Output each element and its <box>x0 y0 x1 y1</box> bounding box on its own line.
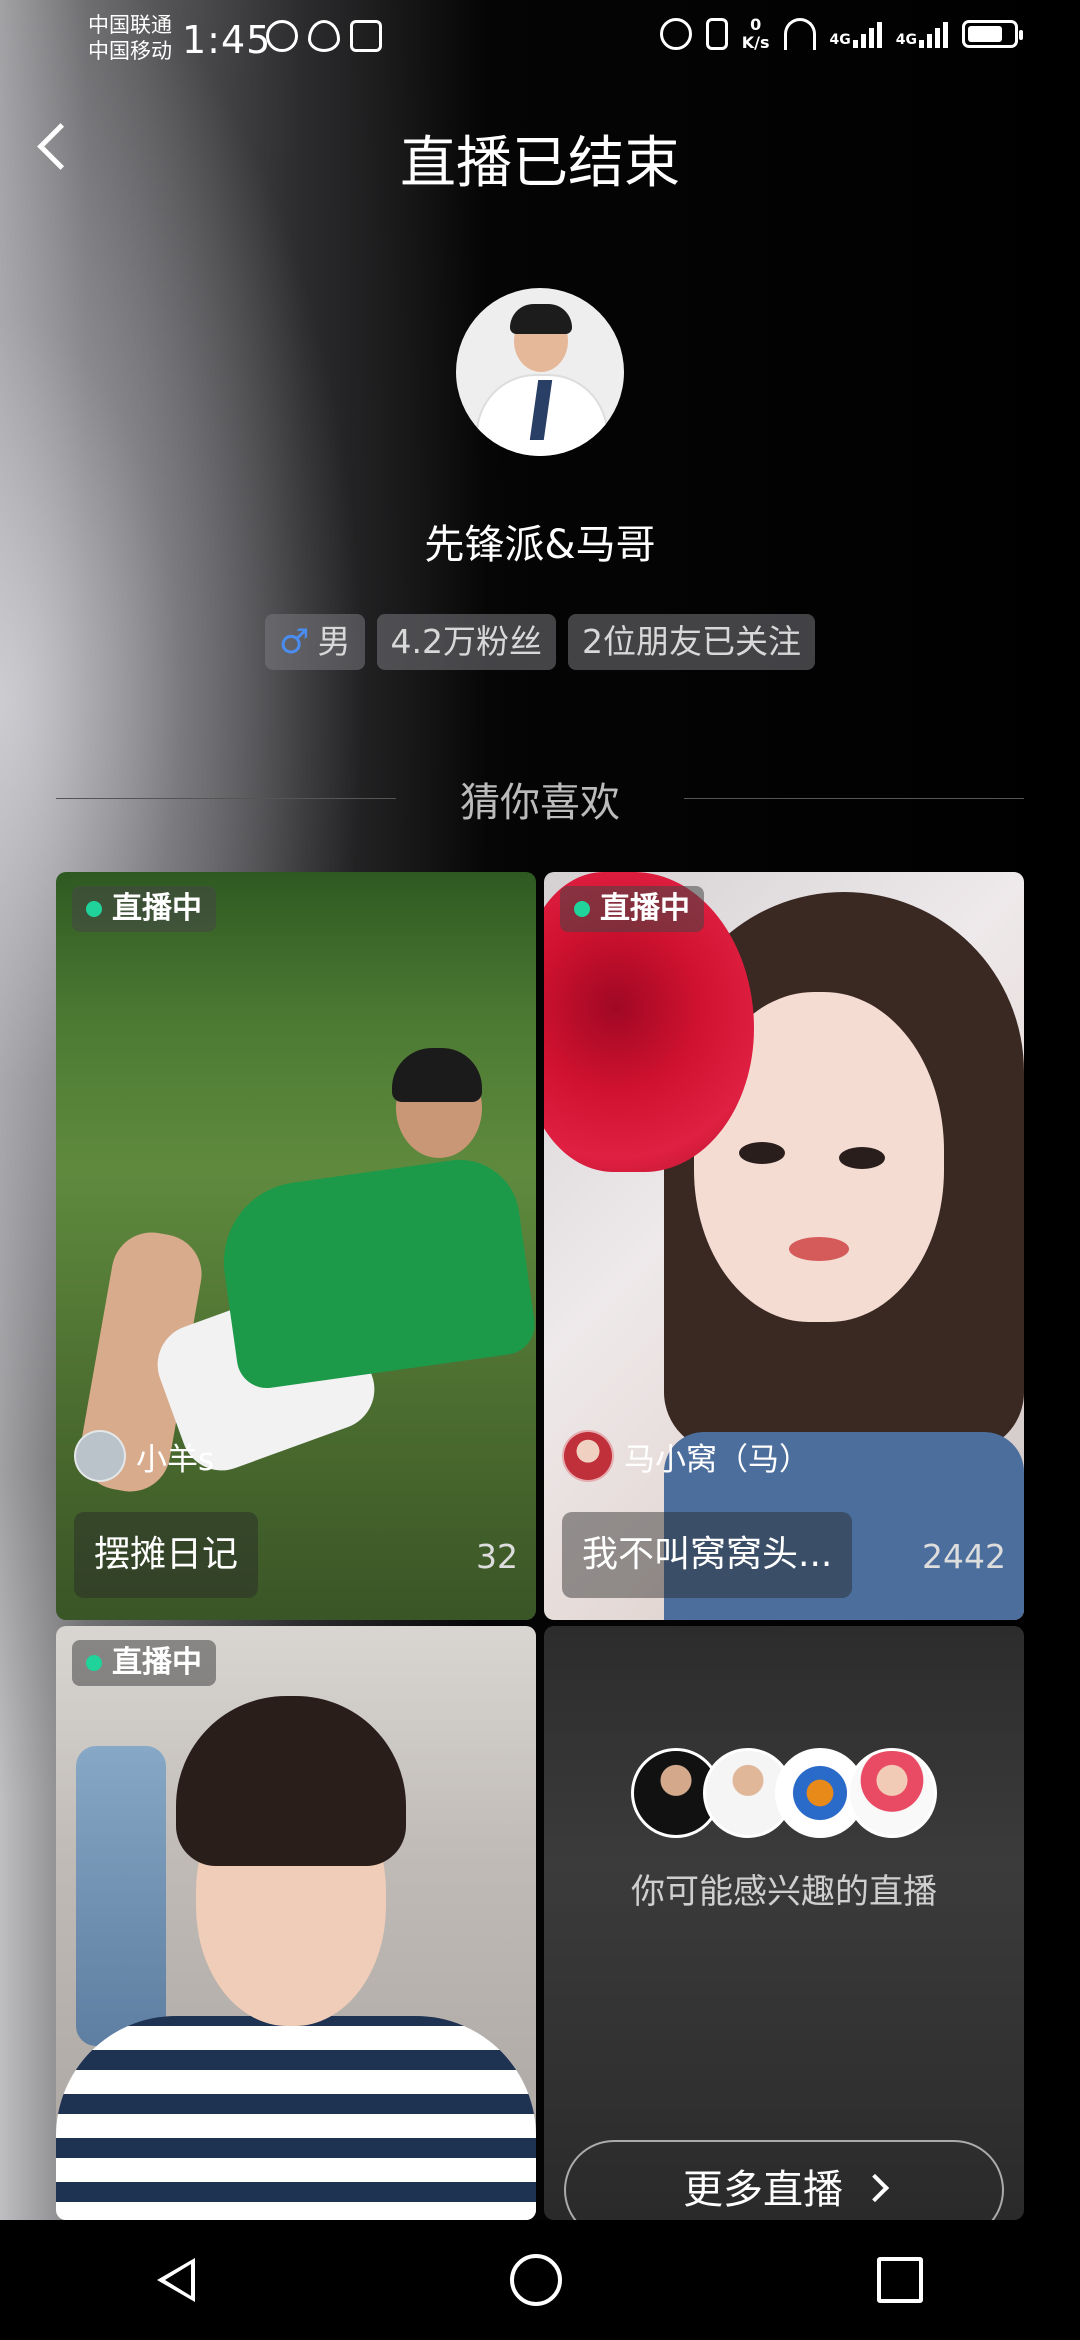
page-title: 直播已结束 <box>400 131 680 196</box>
chevron-right-icon <box>860 2173 890 2203</box>
host-info: 小羊s <box>74 1430 214 1482</box>
hd-icon <box>266 20 298 52</box>
live-badge: 直播中 <box>72 1640 216 1686</box>
nfc-icon <box>350 20 382 52</box>
viewer-count: 32 <box>476 1537 518 1576</box>
live-badge: 直播中 <box>72 886 216 932</box>
signal-2-bars-icon <box>919 20 948 48</box>
nav-recents-icon[interactable] <box>876 2257 923 2303</box>
host-name: 马小窝（马） <box>624 1441 810 1478</box>
live-badge: 直播中 <box>560 886 704 932</box>
fans-tag: 4.2万粉丝 <box>376 614 556 670</box>
profile-tags: ♂ 男 4.2万粉丝 2位朋友已关注 <box>0 614 1080 670</box>
wifi-icon <box>783 18 816 50</box>
friends-followed-tag: 2位朋友已关注 <box>567 614 815 670</box>
suggested-avatar[interactable] <box>847 1748 937 1838</box>
host-name: 小羊s <box>136 1441 215 1478</box>
carrier-1: 中国联通 <box>88 13 172 37</box>
live-card[interactable]: 直播中 马小窝（马） 我不叫窝窝头... 2442 <box>544 872 1024 1620</box>
live-card[interactable]: 直播中 <box>56 1626 536 2220</box>
card-art <box>839 1147 885 1169</box>
streamer-name: 先锋派&马哥 <box>424 522 656 568</box>
system-nav-bar <box>0 2220 1080 2340</box>
section-title: 猜你喜欢 <box>460 780 620 826</box>
signal-1-type: 4G <box>829 32 851 48</box>
gender-label: 男 <box>317 622 351 661</box>
bluetooth-icon <box>705 18 728 50</box>
card-art <box>392 1048 482 1102</box>
streamer-avatar[interactable] <box>456 288 624 456</box>
recommend-section-header: 猜你喜欢 <box>56 770 1024 826</box>
card-art <box>176 1696 406 1866</box>
more-live-button[interactable]: 更多直播 <box>564 2140 1004 2220</box>
card-art <box>213 1152 536 1392</box>
battery-icon <box>962 20 1023 48</box>
signal-1: 4G <box>830 20 882 48</box>
avatar-hair <box>510 304 572 334</box>
alarm-icon <box>659 18 692 50</box>
male-icon: ♂ <box>279 622 310 662</box>
viewer-count: 2442 <box>922 1537 1006 1576</box>
live-card[interactable]: 直播中 小羊s 摆摊日记 32 <box>56 872 536 1620</box>
card-art <box>789 1237 849 1261</box>
card-art <box>56 2016 536 2220</box>
eye-icon <box>308 20 340 52</box>
host-info: 马小窝（马） <box>562 1430 810 1482</box>
carrier-2: 中国移动 <box>88 39 172 63</box>
stream-title: 摆摊日记 <box>74 1512 259 1598</box>
host-avatar <box>74 1430 126 1482</box>
host-avatar <box>562 1430 614 1482</box>
nav-home-icon[interactable] <box>509 2254 562 2306</box>
stream-title: 我不叫窝窝头... <box>562 1512 853 1598</box>
signal-1-bars-icon <box>852 20 882 48</box>
suggested-avatars <box>564 1748 1004 1838</box>
more-streams-card: 你可能感兴趣的直播 更多直播 <box>544 1626 1024 2220</box>
clock: 1:45 <box>182 18 272 62</box>
status-bar: 中国联通 中国移动 1:45 0 K/s 4G 4G <box>0 0 1080 80</box>
interest-text: 你可能感兴趣的直播 <box>631 1872 937 1912</box>
status-icons-right: 0 K/s 4G 4G <box>659 16 1023 52</box>
carrier-labels: 中国联通 中国移动 <box>88 12 172 64</box>
net-speed-value: 0 <box>750 15 762 34</box>
card-art <box>76 1746 166 2046</box>
divider-right <box>684 798 1024 799</box>
nav-back-icon[interactable] <box>157 2258 196 2302</box>
more-live-label: 更多直播 <box>683 2167 843 2213</box>
gender-tag: ♂ 男 <box>265 614 365 670</box>
signal-2: 4G <box>896 20 948 48</box>
card-art <box>739 1142 785 1164</box>
net-speed-unit: K/s <box>741 33 770 52</box>
status-icons-left <box>266 20 382 52</box>
signal-2-type: 4G <box>895 32 917 48</box>
net-speed: 0 K/s <box>742 16 770 52</box>
